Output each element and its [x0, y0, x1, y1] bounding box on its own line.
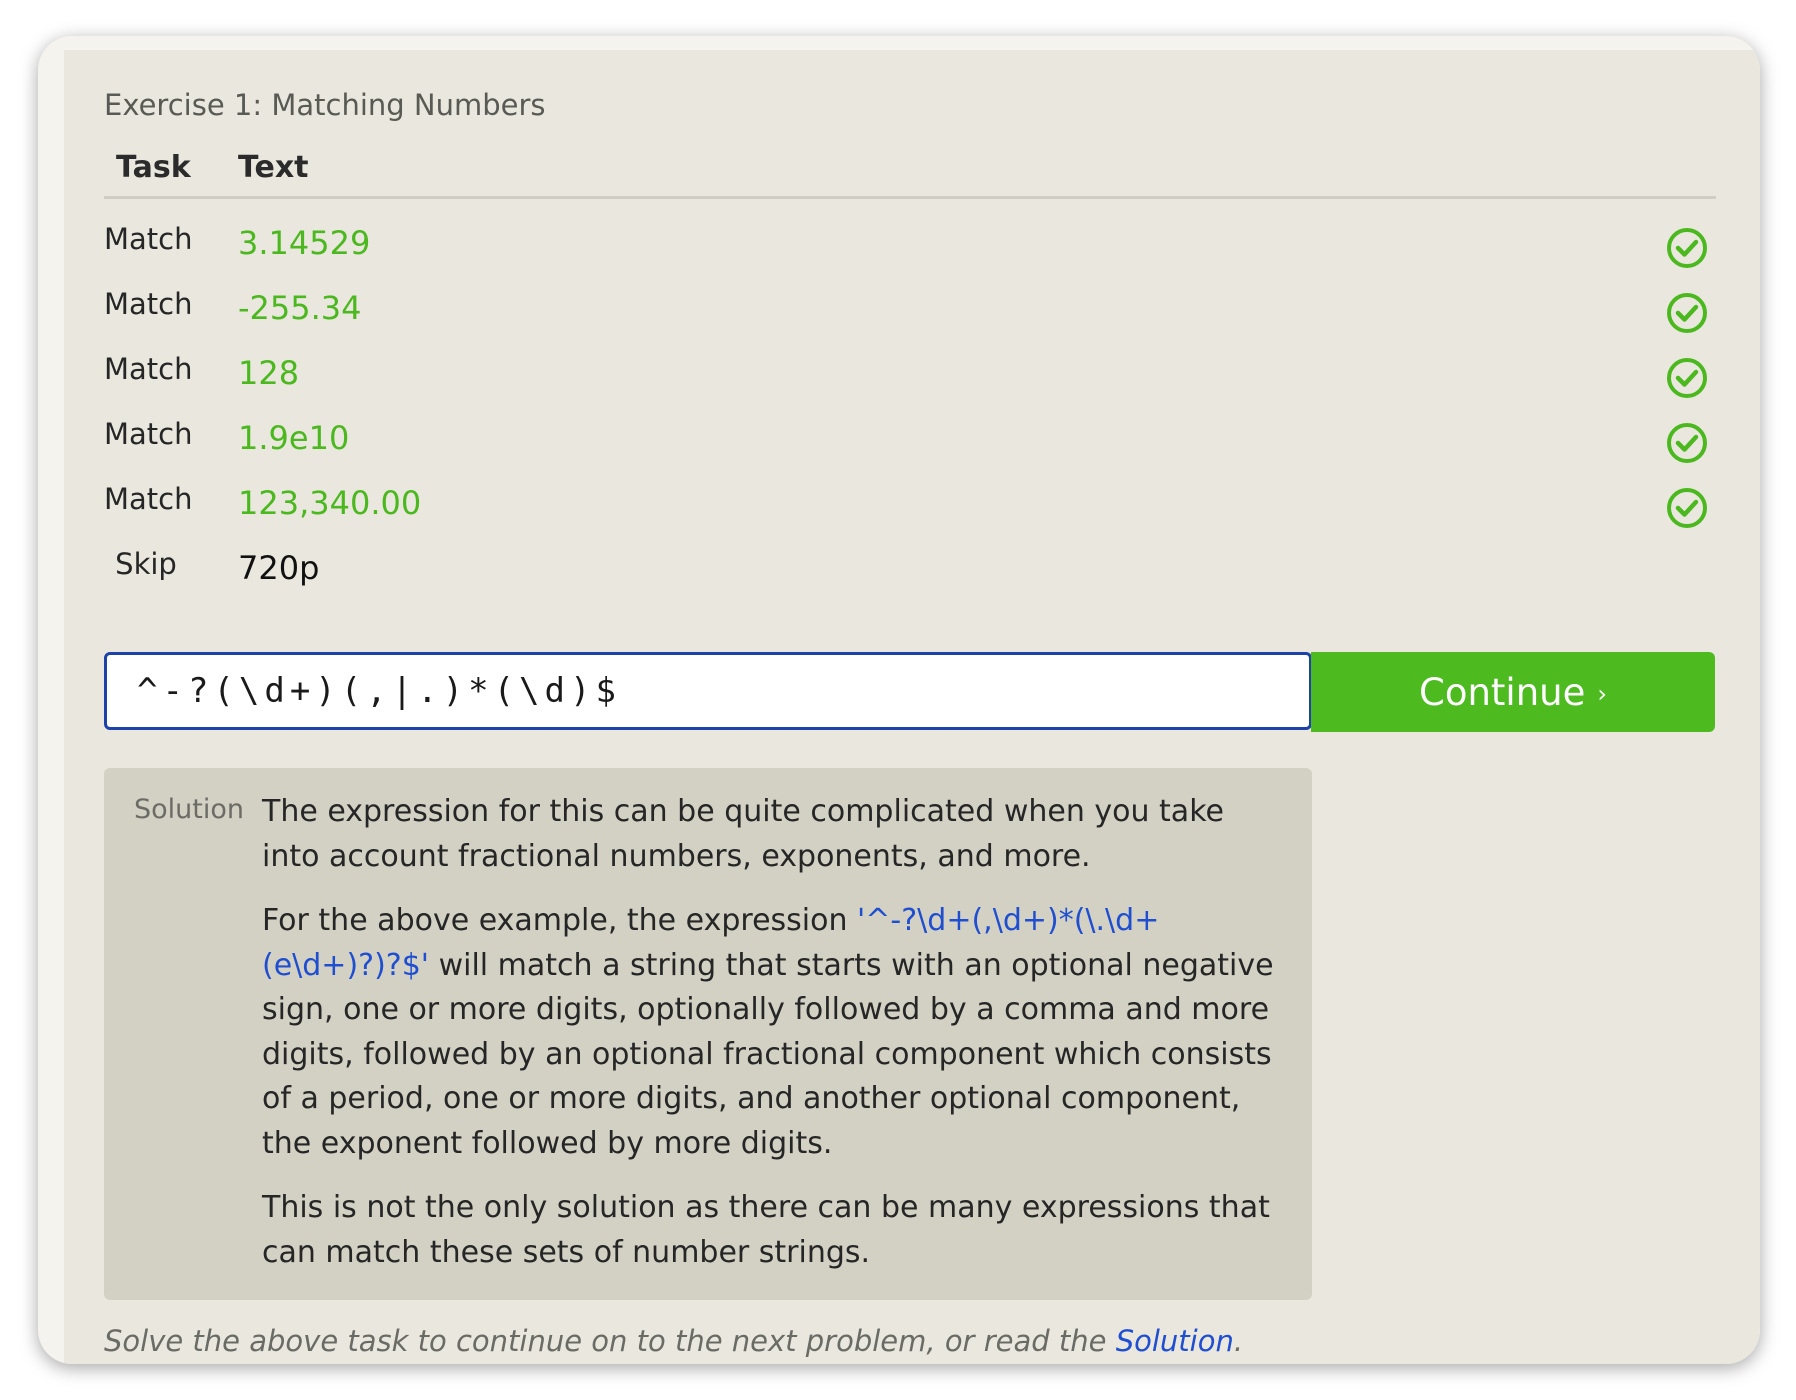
row-text: 1.9e10: [238, 419, 350, 457]
exercise-title: Exercise 1: Matching Numbers: [104, 88, 546, 122]
window-frame: Exercise 1: Matching Numbers Task Text M…: [38, 36, 1760, 1364]
chevron-right-icon: ›: [1597, 680, 1607, 708]
table-row: Match 128: [104, 348, 1716, 413]
check-circle-icon: [1667, 293, 1707, 333]
solution-body: The expression for this can be quite com…: [262, 790, 1282, 1295]
row-text: 3.14529: [238, 224, 371, 262]
solution-paragraph: For the above example, the expression '^…: [262, 899, 1282, 1166]
column-header-task: Task: [116, 150, 191, 185]
regex-input[interactable]: [104, 652, 1312, 730]
row-task: Match: [104, 222, 193, 256]
solution-link[interactable]: Solution: [1116, 1324, 1234, 1358]
row-text: 123,340.00: [238, 484, 422, 522]
row-task: Match: [104, 417, 193, 451]
solution-paragraph: The expression for this can be quite com…: [262, 794, 1224, 874]
exercise-panel: Exercise 1: Matching Numbers Task Text M…: [64, 50, 1760, 1364]
row-text: -255.34: [238, 289, 362, 327]
row-task: Match: [104, 482, 193, 516]
table-row: Match 123,340.00: [104, 478, 1716, 543]
row-task: Skip: [115, 547, 177, 581]
check-circle-icon: [1667, 228, 1707, 268]
row-task: Match: [104, 287, 193, 321]
task-rows: Match 3.14529 Match -255.34 Match 128 Ma…: [104, 218, 1716, 608]
continue-label: Continue: [1419, 670, 1586, 714]
table-row: Skip 720p: [104, 543, 1716, 608]
solution-label: Solution: [134, 794, 244, 825]
table-row: Match -255.34: [104, 283, 1716, 348]
row-task: Match: [104, 352, 193, 386]
row-text: 720p: [238, 549, 320, 587]
check-circle-icon: [1667, 423, 1707, 463]
footer-text: Solve the above task to continue on to t…: [104, 1324, 1116, 1358]
row-text: 128: [238, 354, 300, 392]
check-circle-icon: [1667, 488, 1707, 528]
continue-button[interactable]: Continue ›: [1311, 652, 1715, 732]
solution-paragraph: This is not the only solution as there c…: [262, 1190, 1270, 1270]
footer-hint: Solve the above task to continue on to t…: [104, 1324, 1243, 1358]
table-header: Task Text: [104, 150, 1716, 199]
check-circle-icon: [1667, 358, 1707, 398]
table-row: Match 1.9e10: [104, 413, 1716, 478]
column-header-text: Text: [238, 150, 309, 185]
solution-box: Solution The expression for this can be …: [104, 768, 1312, 1300]
solution-text: For the above example, the expression: [262, 903, 858, 938]
footer-text: .: [1233, 1324, 1244, 1358]
table-row: Match 3.14529: [104, 218, 1716, 283]
